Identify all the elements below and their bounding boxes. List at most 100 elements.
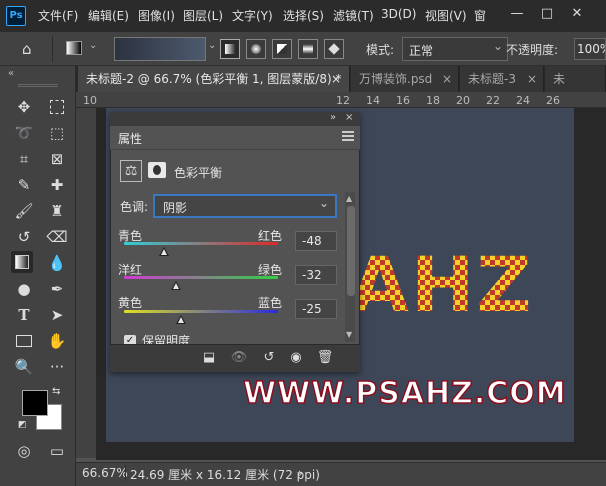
pen-tool-icon[interactable]: ✒ <box>46 278 68 300</box>
tab-untitled-2[interactable]: 未标题-2 @ 66.7% (色彩平衡 1, 图层蒙版/8) * × <box>78 66 350 92</box>
cyan-red-track[interactable] <box>124 242 278 245</box>
panel-top-strip[interactable] <box>110 112 360 126</box>
lasso-tool-icon[interactable]: ➰ <box>13 122 35 144</box>
menu-image[interactable]: 图像(I) <box>138 7 175 24</box>
status-menu-arrow[interactable]: › <box>298 466 303 480</box>
tone-select[interactable]: 阴影 ⌄ <box>153 194 337 218</box>
eyedropper-tool-icon[interactable]: ✎ <box>13 174 35 196</box>
preserve-luminosity-label: 保留明度 <box>142 334 191 344</box>
adjustment-title: 色彩平衡 <box>174 166 223 180</box>
collapse-panel-icon[interactable]: » <box>330 112 336 123</box>
tab-wanbo[interactable]: 万博装饰.psd × <box>351 66 459 92</box>
reset-icon[interactable]: ↺ <box>258 348 280 368</box>
more-tools-icon[interactable]: ··· <box>46 356 68 378</box>
balance-scale-icon: ⚖ <box>120 160 142 182</box>
frame-tool-icon[interactable]: ⊠ <box>46 148 68 170</box>
brush-tool-icon[interactable]: 🖌 <box>13 200 35 222</box>
close-tab-icon[interactable]: × <box>442 66 452 92</box>
rectangle-tool-icon[interactable] <box>13 330 35 352</box>
type-tool-icon[interactable]: T <box>13 304 35 326</box>
gradient-tool-icon[interactable] <box>66 41 82 55</box>
quick-mask-icon[interactable]: ◎ <box>13 440 35 462</box>
stamp-tool-icon[interactable]: ♜ <box>46 200 68 222</box>
cyan-red-value-input[interactable]: -48 <box>295 231 337 251</box>
panel-header <box>110 126 360 150</box>
close-window-button[interactable]: ✕ <box>567 4 587 24</box>
tab-untitled-3[interactable]: 未标题-3 × <box>460 66 544 92</box>
gradient-preview[interactable] <box>114 37 206 61</box>
preserve-checkbox[interactable]: ✓ <box>124 335 136 344</box>
mode-select[interactable]: 正常 ⌄ <box>402 37 508 61</box>
zoom-level[interactable]: 66.67% <box>82 466 128 480</box>
chevron-down-icon: ⌄ <box>318 196 329 210</box>
divider <box>52 36 53 62</box>
ruler-number: 12 <box>336 94 350 107</box>
view-previous-state-icon[interactable]: 👁 <box>228 348 250 368</box>
menu-3d[interactable]: 3D(D) <box>381 7 416 21</box>
path-select-icon[interactable]: ➤ <box>46 304 68 326</box>
yellow-blue-value-input[interactable]: -25 <box>295 299 337 319</box>
marquee-tool-icon[interactable] <box>46 96 68 118</box>
scroll-down-arrow[interactable]: ▼ <box>346 330 352 339</box>
yellow-blue-track[interactable] <box>124 310 278 313</box>
gradient-tool-icon[interactable] <box>11 251 33 273</box>
zoom-tool-icon[interactable]: 🔍 <box>13 356 35 378</box>
chevron-down-icon[interactable]: ⌄ <box>89 40 97 51</box>
maximize-button[interactable]: □ <box>537 4 557 24</box>
tab-overflow[interactable]: 未 <box>545 66 606 92</box>
tab-label: 未标题-3 <box>468 72 516 86</box>
diamond-gradient-icon[interactable] <box>324 39 344 59</box>
yellow-blue-slider-thumb[interactable] <box>176 315 186 324</box>
foreground-color-swatch[interactable] <box>22 390 48 416</box>
history-brush-icon[interactable]: ↺ <box>13 226 35 248</box>
crop-tool-icon[interactable]: ⌗ <box>13 148 35 170</box>
panel-menu-icon[interactable] <box>342 131 354 141</box>
close-panel-icon[interactable]: × <box>345 112 353 123</box>
scroll-up-arrow[interactable]: ▲ <box>346 194 352 203</box>
move-tool-icon[interactable]: ✥ <box>13 96 35 118</box>
layer-mask-icon[interactable] <box>148 162 166 178</box>
mode-value: 正常 <box>409 44 434 58</box>
watermark-text: WWW.PSAHZ.COM <box>242 375 567 412</box>
menu-file[interactable]: 文件(F) <box>38 7 78 24</box>
magenta-green-value-input[interactable]: -32 <box>295 265 337 285</box>
cyan-red-slider-thumb[interactable] <box>159 247 169 256</box>
menu-window[interactable]: 窗 <box>474 7 486 24</box>
dodge-tool-icon[interactable]: ● <box>13 278 35 300</box>
document-info: 24.69 厘米 x 16.12 厘米 (72 ppi) <box>130 468 320 482</box>
ruler-number: 20 <box>456 94 470 107</box>
magenta-green-track[interactable] <box>124 276 278 279</box>
magenta-green-slider-thumb[interactable] <box>171 281 181 290</box>
menu-view[interactable]: 视图(V) <box>425 7 467 24</box>
toolbar-grip[interactable] <box>18 84 58 87</box>
angle-gradient-icon[interactable] <box>272 39 292 59</box>
menu-edit[interactable]: 编辑(E) <box>88 7 129 24</box>
menu-filter[interactable]: 滤镜(T) <box>333 7 374 24</box>
chevron-down-icon[interactable]: ⌄ <box>208 40 216 51</box>
menu-layer[interactable]: 图层(L) <box>183 7 223 24</box>
visibility-eye-icon[interactable]: ◉ <box>285 348 307 368</box>
screen-mode-icon[interactable]: ▭ <box>46 440 68 462</box>
home-icon[interactable]: ⌂ <box>22 40 42 58</box>
menu-type[interactable]: 文字(Y) <box>232 7 273 24</box>
hand-tool-icon[interactable]: ✋ <box>46 330 68 352</box>
swap-colors-icon[interactable]: ⇆ <box>52 386 60 397</box>
healing-brush-icon[interactable]: ✚ <box>46 174 68 196</box>
collapse-arrows-icon[interactable]: « <box>8 68 14 79</box>
ruler-number: 18 <box>426 94 440 107</box>
menu-select[interactable]: 选择(S) <box>283 7 324 24</box>
eraser-tool-icon[interactable]: ⌫ <box>46 226 68 248</box>
blur-tool-icon[interactable]: 💧 <box>46 252 68 274</box>
delete-trash-icon[interactable]: 🗑 <box>314 348 336 368</box>
close-tab-icon[interactable]: × <box>331 66 341 92</box>
minimize-button[interactable]: — <box>507 4 527 24</box>
panel-scroll-thumb[interactable] <box>347 206 355 296</box>
clip-to-layer-icon[interactable]: ⬓ <box>198 348 220 368</box>
opacity-input[interactable]: 100% <box>574 38 606 60</box>
close-tab-icon[interactable]: × <box>527 66 537 92</box>
reflected-gradient-icon[interactable] <box>298 39 318 59</box>
default-colors-icon[interactable]: ◩ <box>18 420 27 430</box>
radial-gradient-icon[interactable] <box>246 39 266 59</box>
linear-gradient-icon[interactable] <box>220 39 240 59</box>
object-select-icon[interactable]: ⬚ <box>46 122 68 144</box>
